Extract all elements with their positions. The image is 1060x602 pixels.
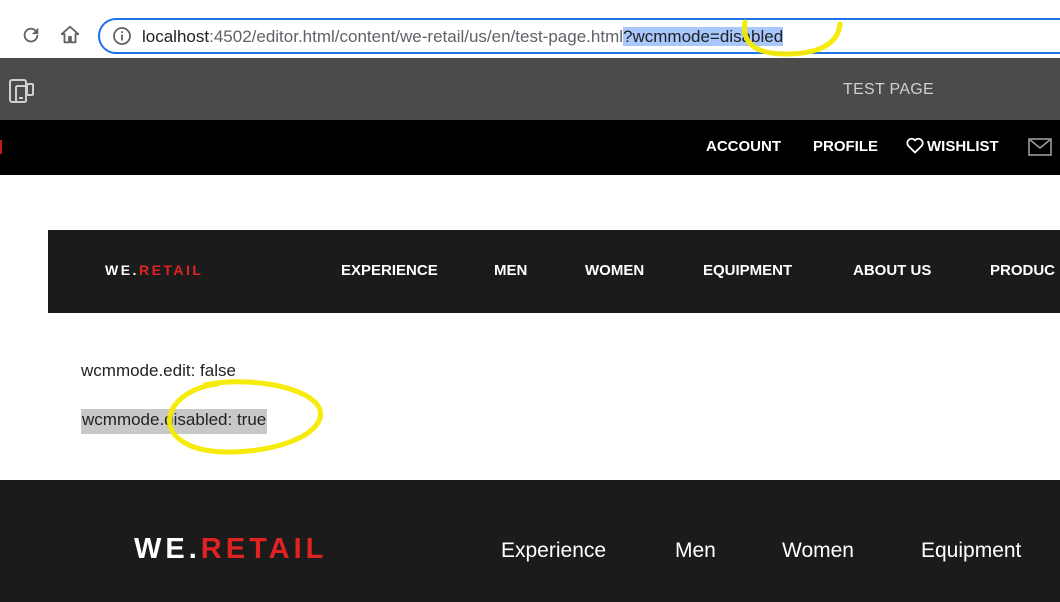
home-icon[interactable] (59, 24, 81, 46)
account-link[interactable]: ACCOUNT (706, 138, 781, 155)
device-preview-icon[interactable] (8, 78, 34, 104)
brand-suffix: RETAIL (138, 262, 204, 278)
brand-logo[interactable]: WE.RETAIL (105, 262, 203, 278)
utility-nav: ACCOUNT PROFILE WISHLIST (0, 120, 1060, 175)
footer: WE.RETAIL Experience Men Women Equipment (0, 480, 1060, 602)
main-nav: WE.RETAIL EXPERIENCE MEN WOMEN EQUIPMENT… (48, 230, 1060, 313)
footer-brand-suffix: RETAIL (200, 533, 328, 565)
wcmmode-edit-text: wcmmode.edit: false (81, 361, 236, 380)
nav-item-equipment[interactable]: EQUIPMENT (703, 262, 792, 279)
footer-link-equipment[interactable]: Equipment (921, 539, 1021, 563)
wcmmode-disabled-text: wcmmode.disabled: true (81, 409, 268, 434)
nav-item-products[interactable]: PRODUC (990, 262, 1055, 279)
nav-item-experience[interactable]: EXPERIENCE (341, 262, 438, 279)
address-bar[interactable]: localhost:4502/editor.html/content/we-re… (98, 18, 1060, 54)
heart-icon[interactable] (906, 137, 924, 154)
wishlist-link[interactable]: WISHLIST (927, 138, 999, 155)
url-text[interactable]: localhost:4502/editor.html/content/we-re… (142, 26, 784, 48)
url-path: :4502/editor.html/content/we-retail/us/e… (209, 27, 624, 46)
footer-link-experience[interactable]: Experience (501, 539, 606, 563)
browser-toolbar: localhost:4502/editor.html/content/we-re… (0, 0, 1060, 58)
footer-brand-logo[interactable]: WE.RETAIL (134, 533, 327, 566)
footer-brand-prefix: WE. (134, 533, 201, 565)
page-title: TEST PAGE (843, 81, 935, 98)
footer-link-men[interactable]: Men (675, 539, 716, 563)
red-accent-mark (0, 140, 2, 154)
brand-prefix: WE. (105, 262, 139, 278)
url-selected-query: ?wcmmode=disabled (623, 27, 784, 46)
footer-link-women[interactable]: Women (782, 539, 854, 563)
reload-icon[interactable] (20, 24, 42, 46)
nav-item-men[interactable]: MEN (494, 262, 527, 279)
editor-toolbar: TEST PAGE (0, 58, 1060, 120)
nav-item-women[interactable]: WOMEN (585, 262, 644, 279)
nav-item-about-us[interactable]: ABOUT US (853, 262, 931, 279)
url-host: localhost (142, 27, 210, 46)
mail-icon[interactable] (1028, 138, 1052, 156)
profile-link[interactable]: PROFILE (813, 138, 878, 155)
info-icon[interactable] (112, 26, 132, 46)
